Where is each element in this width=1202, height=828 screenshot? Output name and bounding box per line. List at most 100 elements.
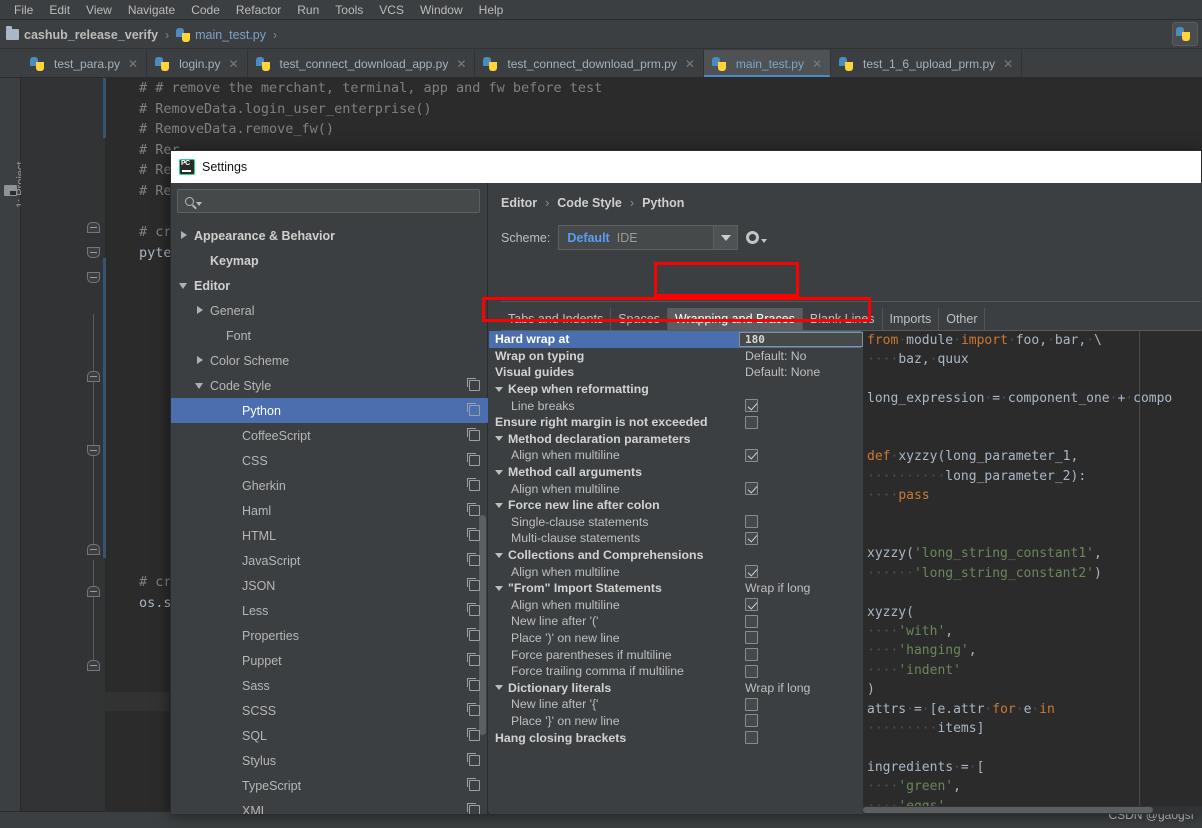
- settings-tree-item-keymap[interactable]: Keymap: [171, 248, 488, 273]
- copy-scheme-icon[interactable]: [469, 505, 480, 516]
- hard-wrap-at-input[interactable]: 180: [739, 332, 863, 347]
- chevron-down-icon[interactable]: [495, 683, 505, 693]
- option-checkbox[interactable]: [745, 648, 758, 661]
- copy-scheme-icon[interactable]: [469, 405, 480, 416]
- option-row-force-parentheses-if-multiline[interactable]: Force parentheses if multiline: [489, 646, 861, 663]
- close-icon[interactable]: ✕: [685, 57, 695, 71]
- close-icon[interactable]: ✕: [456, 57, 466, 71]
- chevron-down-icon[interactable]: [495, 500, 505, 510]
- option-row-multi-clause-statements[interactable]: Multi-clause statements: [489, 530, 861, 547]
- option-row-align-when-multiline[interactable]: Align when multiline: [489, 480, 861, 497]
- tab-blank-lines[interactable]: Blank Lines: [803, 308, 883, 330]
- option-value[interactable]: Default: No: [745, 349, 807, 363]
- editor-tab-login[interactable]: login.py ✕: [147, 50, 247, 77]
- settings-tree-item-gherkin[interactable]: Gherkin: [171, 473, 488, 498]
- chevron-right-icon[interactable]: [179, 230, 190, 241]
- option-row-align-when-multiline[interactable]: Align when multiline: [489, 563, 861, 580]
- menu-item-view[interactable]: View: [78, 2, 120, 18]
- menu-item-help[interactable]: Help: [471, 2, 512, 18]
- editor-tab-test_1_6_upload_prm[interactable]: test_1_6_upload_prm.py ✕: [831, 50, 1022, 77]
- breadcrumb-project[interactable]: cashub_release_verify ›: [6, 28, 176, 42]
- option-checkbox[interactable]: [745, 665, 758, 678]
- fold-marker[interactable]: [87, 544, 100, 555]
- option-checkbox[interactable]: [745, 631, 758, 644]
- option-row-place-on-new-line[interactable]: Place ')' on new line: [489, 630, 861, 647]
- run-configuration-button[interactable]: [1172, 22, 1198, 46]
- option-row-single-clause-statements[interactable]: Single-clause statements: [489, 514, 861, 531]
- copy-scheme-icon[interactable]: [469, 530, 480, 541]
- fold-marker[interactable]: [87, 660, 100, 671]
- copy-scheme-icon[interactable]: [469, 455, 480, 466]
- menu-item-code[interactable]: Code: [183, 2, 228, 18]
- dropdown-arrow-button[interactable]: [713, 226, 737, 249]
- close-icon[interactable]: ✕: [812, 57, 822, 71]
- chevron-down-icon[interactable]: [495, 434, 505, 444]
- chevron-right-icon[interactable]: [195, 305, 206, 316]
- option-checkbox[interactable]: [745, 698, 758, 711]
- settings-tree-item-haml[interactable]: Haml: [171, 498, 488, 523]
- scheme-dropdown[interactable]: Default IDE: [558, 225, 738, 250]
- editor-tab-test_connect_download_prm[interactable]: test_connect_download_prm.py ✕: [475, 50, 704, 77]
- settings-tree-item-sass[interactable]: Sass: [171, 673, 488, 698]
- settings-tree-item-javascript[interactable]: JavaScript: [171, 548, 488, 573]
- option-row-hard-wrap-at[interactable]: Hard wrap at180: [489, 331, 861, 348]
- settings-tree-item-properties[interactable]: Properties: [171, 623, 488, 648]
- preview-hscrollbar-thumb[interactable]: [863, 807, 1153, 813]
- option-row-line-breaks[interactable]: Line breaks: [489, 397, 861, 414]
- option-row-collections-and-comprehensions[interactable]: Collections and Comprehensions: [489, 547, 861, 564]
- chevron-down-icon[interactable]: [495, 550, 505, 560]
- chevron-right-icon[interactable]: [195, 355, 206, 366]
- option-row-force-new-line-after-colon[interactable]: Force new line after colon: [489, 497, 861, 514]
- option-checkbox[interactable]: [745, 615, 758, 628]
- copy-scheme-icon[interactable]: [469, 780, 480, 791]
- chevron-down-icon[interactable]: [195, 380, 206, 391]
- close-icon[interactable]: ✕: [128, 57, 138, 71]
- option-value[interactable]: Default: None: [745, 365, 820, 379]
- option-row-hang-closing-brackets[interactable]: Hang closing brackets: [489, 729, 861, 746]
- chevron-down-icon[interactable]: [495, 583, 505, 593]
- settings-tree-item-css[interactable]: CSS: [171, 448, 488, 473]
- scheme-settings-button[interactable]: [746, 231, 767, 244]
- breadcrumb-file[interactable]: main_test.py ›: [176, 28, 284, 42]
- settings-tree-item-appearance-behavior[interactable]: Appearance & Behavior: [171, 223, 488, 248]
- copy-scheme-icon[interactable]: [469, 730, 480, 741]
- option-row-align-when-multiline[interactable]: Align when multiline: [489, 597, 861, 614]
- menu-item-run[interactable]: Run: [289, 2, 327, 18]
- settings-tree-item-less[interactable]: Less: [171, 598, 488, 623]
- settings-dialog[interactable]: PC Settings Appearance & BehaviorKeymapE…: [170, 150, 1202, 813]
- tab-spaces[interactable]: Spaces: [611, 308, 668, 330]
- chevron-down-icon[interactable]: [495, 384, 505, 394]
- fold-marker[interactable]: [87, 272, 100, 283]
- settings-tree-item-scss[interactable]: SCSS: [171, 698, 488, 723]
- preview-hscrollbar-track[interactable]: [863, 806, 1202, 814]
- settings-tree-item-json[interactable]: JSON: [171, 573, 488, 598]
- menu-item-file[interactable]: File: [6, 2, 41, 18]
- menu-item-vcs[interactable]: VCS: [371, 2, 412, 18]
- copy-scheme-icon[interactable]: [469, 555, 480, 566]
- fold-marker[interactable]: [87, 247, 100, 258]
- copy-scheme-icon[interactable]: [469, 655, 480, 666]
- option-row-keep-when-reformatting[interactable]: Keep when reformatting: [489, 381, 861, 398]
- option-row-wrap-on-typing[interactable]: Wrap on typingDefault: No: [489, 348, 861, 365]
- settings-search-box[interactable]: [177, 189, 480, 213]
- menu-item-navigate[interactable]: Navigate: [120, 2, 183, 18]
- tab-other[interactable]: Other: [939, 308, 985, 330]
- option-row-new-line-after[interactable]: New line after '(': [489, 613, 861, 630]
- fold-marker[interactable]: [87, 586, 100, 597]
- settings-tree-item-sql[interactable]: SQL: [171, 723, 488, 748]
- option-checkbox[interactable]: [745, 416, 758, 429]
- option-row-dictionary-literals[interactable]: Dictionary literalsWrap if long: [489, 679, 861, 696]
- settings-tree-item-xml[interactable]: XML: [171, 798, 488, 814]
- menu-item-window[interactable]: Window: [412, 2, 471, 18]
- option-checkbox[interactable]: [745, 598, 758, 611]
- close-icon[interactable]: ✕: [1003, 57, 1013, 71]
- copy-scheme-icon[interactable]: [469, 580, 480, 591]
- option-value[interactable]: Wrap if long: [745, 581, 810, 595]
- option-row-visual-guides[interactable]: Visual guidesDefault: None: [489, 364, 861, 381]
- option-row-method-call-arguments[interactable]: Method call arguments: [489, 464, 861, 481]
- option-checkbox[interactable]: [745, 482, 758, 495]
- option-checkbox[interactable]: [745, 714, 758, 727]
- editor-tab-test_para[interactable]: test_para.py ✕: [22, 50, 147, 77]
- close-icon[interactable]: ✕: [228, 57, 238, 71]
- wrapping-options-list[interactable]: Hard wrap at180Wrap on typingDefault: No…: [489, 331, 861, 814]
